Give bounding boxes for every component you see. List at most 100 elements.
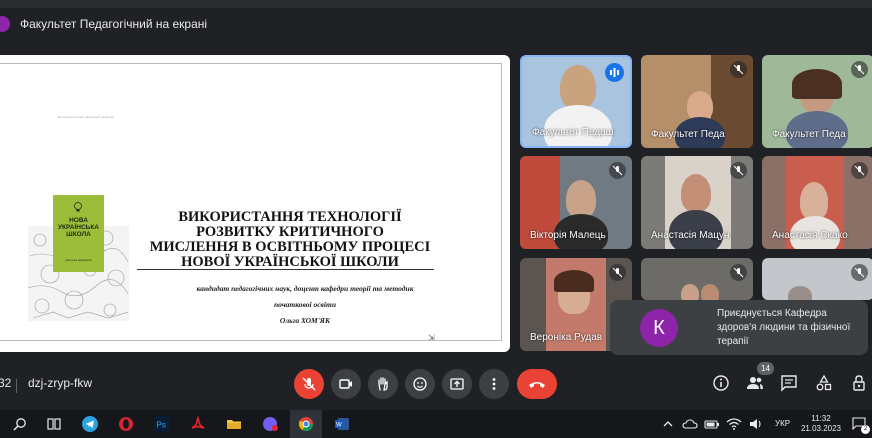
author-line: Ольга ХОМ'ЯК	[279, 316, 331, 325]
mic-off-icon	[730, 162, 747, 179]
search-icon[interactable]	[12, 416, 28, 432]
participant-tile[interactable]: Анастасія Мацун	[641, 156, 753, 249]
author-line: початкової освіти	[274, 300, 336, 309]
book-subtitle: практичне керівництво	[65, 259, 92, 262]
people-button[interactable]	[746, 374, 764, 392]
participant-name: Вероніка Рудав	[530, 332, 603, 343]
leave-call-button[interactable]	[517, 369, 557, 399]
participant-video	[560, 65, 596, 109]
presenter-avatar	[0, 16, 10, 32]
hand-icon	[378, 377, 388, 391]
top-bar: Факультет Педагогічний на екрані	[0, 0, 872, 48]
participant-name: Факультет Педаш	[532, 127, 614, 138]
task-view-icon[interactable]	[46, 416, 62, 432]
microphone-toggle-button[interactable]	[294, 369, 324, 399]
book-cover: НОВА УКРАЇНСЬКА ШКОЛА практичне керівниц…	[53, 195, 104, 272]
photoshop-icon[interactable]: Ps	[154, 416, 170, 432]
slide-title-line: НОВОЇ УКРАЇНСЬКОЇ ШКОЛИ	[181, 254, 399, 270]
divider	[16, 379, 17, 393]
participant-name: Факультет Педа	[772, 129, 846, 140]
speaker-icon[interactable]	[748, 416, 764, 432]
control-bar: 32 dzj-zryp-fkw 14	[0, 362, 872, 410]
viber-icon[interactable]	[262, 416, 278, 432]
mic-off-icon	[609, 162, 626, 179]
pointer-cursor-icon: ⇲	[428, 333, 435, 342]
mic-off-icon	[302, 377, 316, 391]
wifi-icon[interactable]	[726, 416, 742, 432]
svg-text:W: W	[336, 423, 342, 429]
clock-time: 11:32	[811, 414, 831, 423]
hang-up-icon	[529, 382, 545, 388]
notification-count-badge: 2	[861, 425, 870, 434]
participant-tile[interactable]	[641, 258, 753, 300]
opera-icon[interactable]	[118, 416, 134, 432]
participant-video	[788, 286, 812, 300]
participant-name: Анастасія Скако	[772, 230, 848, 241]
participant-name: Анастасія Мацун	[651, 230, 730, 241]
join-message: Приєднується Кафедра здоров'я людини та …	[717, 308, 851, 347]
svg-text:Ps: Ps	[157, 421, 166, 430]
participant-video	[681, 284, 699, 300]
activities-button[interactable]	[815, 374, 833, 392]
present-screen-button[interactable]	[442, 369, 472, 399]
shared-screen[interactable]: Всеукраїнський науковий семінар НОВА УКР…	[0, 55, 510, 352]
slide-divider	[137, 269, 434, 270]
chevron-up-icon[interactable]	[662, 416, 674, 432]
cloud-icon[interactable]	[682, 416, 698, 432]
meeting-details-button[interactable]	[712, 374, 730, 392]
mic-off-icon	[851, 264, 868, 281]
book-title: НОВА УКРАЇНСЬКА ШКОЛА	[58, 217, 99, 238]
more-vert-icon	[492, 378, 496, 390]
mic-off-icon	[609, 264, 626, 281]
mic-off-icon	[851, 162, 868, 179]
participant-name: Факультет Педа	[651, 129, 725, 140]
keyboard-language[interactable]: УКР	[775, 419, 790, 428]
join-notification: К Приєднується Кафедра здоров'я людини т…	[610, 300, 868, 355]
chrome-icon[interactable]	[298, 416, 314, 432]
avatar: К	[640, 309, 678, 347]
chat-button[interactable]	[780, 374, 798, 392]
word-icon[interactable]: W	[334, 416, 350, 432]
mic-off-icon	[851, 61, 868, 78]
participant-tile[interactable]: Факультет Педа	[762, 55, 872, 148]
present-icon	[450, 378, 464, 390]
battery-icon[interactable]	[704, 416, 720, 432]
participant-tile[interactable]: Факультет Педа	[641, 55, 753, 148]
windows-taskbar: Ps W УКР 11:32 21.03.2023 2	[0, 410, 872, 438]
participant-video	[566, 180, 596, 218]
clock-date: 21.03.2023	[800, 424, 842, 433]
acrobat-icon[interactable]	[190, 416, 206, 432]
telegram-icon[interactable]	[82, 416, 98, 432]
participant-video	[681, 174, 711, 212]
camera-toggle-button[interactable]	[331, 369, 361, 399]
host-controls-button[interactable]	[850, 374, 868, 392]
presenting-label: Факультет Педагогічний на екрані	[20, 17, 208, 31]
camera-icon	[339, 379, 352, 389]
mic-off-icon	[730, 264, 747, 281]
slide-author: кандидат педагогічних наук, доцент кафед…	[150, 281, 460, 329]
participant-tile[interactable]: Факультет Педаш	[520, 55, 632, 148]
emoji-icon	[413, 377, 427, 391]
slide-title-line: ВИКОРИСТАННЯ ТЕХНОЛОГІЇ	[178, 209, 402, 225]
slide-title: ВИКОРИСТАННЯ ТЕХНОЛОГІЇ РОЗВИТКУ КРИТИЧН…	[140, 210, 440, 270]
system-clock[interactable]: 11:32 21.03.2023	[800, 414, 842, 434]
slide-caption: Всеукраїнський науковий семінар	[58, 115, 115, 119]
reactions-button[interactable]	[405, 369, 435, 399]
participant-tile[interactable]	[762, 258, 872, 300]
clock-readout: 32	[0, 376, 12, 390]
participant-tile[interactable]: Анастасія Скако	[762, 156, 872, 249]
slide-title-line: МИСЛЕННЯ В ОСВІТНЬОМУ ПРОЦЕСІ	[149, 239, 431, 255]
author-line: кандидат педагогічних наук, доцент кафед…	[196, 284, 414, 293]
more-options-button[interactable]	[479, 369, 509, 399]
slide-title-line: РОЗВИТКУ КРИТИЧНОГО	[196, 224, 384, 240]
raise-hand-button[interactable]	[368, 369, 398, 399]
meeting-code: dzj-zryp-fkw	[28, 376, 93, 390]
participant-video	[800, 182, 828, 220]
lightbulb-icon	[74, 202, 82, 212]
participant-name: Вікторія Малець	[530, 230, 606, 241]
mic-off-icon	[730, 61, 747, 78]
speaking-indicator-icon	[605, 63, 624, 82]
participant-tile[interactable]: Вікторія Малець	[520, 156, 632, 249]
window-strip	[0, 0, 872, 8]
file-explorer-icon[interactable]	[226, 416, 242, 432]
